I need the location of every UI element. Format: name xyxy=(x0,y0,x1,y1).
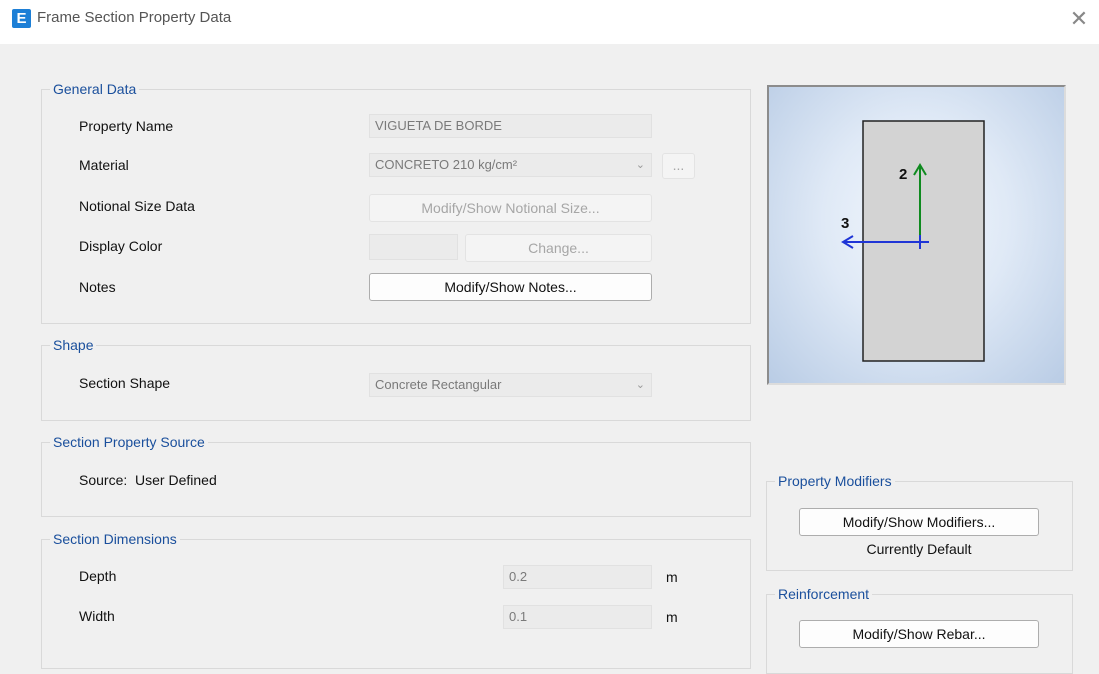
display-color-label: Display Color xyxy=(79,238,163,254)
property-name-field[interactable]: VIGUETA DE BORDE xyxy=(369,114,652,138)
section-property-source-title: Section Property Source xyxy=(50,433,208,451)
axis-3-label: 3 xyxy=(841,215,849,232)
width-field[interactable]: 0.1 xyxy=(503,605,652,629)
shape-title: Shape xyxy=(50,336,97,354)
modify-rebar-button[interactable]: Modify/Show Rebar... xyxy=(799,620,1039,648)
reinforcement-title: Reinforcement xyxy=(775,585,873,603)
depth-unit: m xyxy=(666,569,678,585)
section-dimensions-title: Section Dimensions xyxy=(50,530,180,548)
etabs-app-icon: E xyxy=(12,9,31,28)
material-select-value: CONCRETO 210 kg/cm² xyxy=(375,157,518,172)
display-color-swatch[interactable] xyxy=(369,234,458,260)
depth-label: Depth xyxy=(79,568,117,584)
chevron-down-icon: ⌄ xyxy=(635,159,645,171)
property-name-label: Property Name xyxy=(79,118,174,134)
material-select[interactable]: CONCRETO 210 kg/cm² ⌄ xyxy=(369,153,652,177)
section-preview: 2 3 xyxy=(767,85,1066,385)
section-dimensions-group: Section Dimensions xyxy=(41,530,751,669)
section-preview-drawing: 2 3 xyxy=(841,120,985,362)
general-data-title: General Data xyxy=(50,80,140,98)
notional-size-label: Notional Size Data xyxy=(79,198,195,214)
source-text: Source: User Defined xyxy=(79,472,217,488)
section-shape-value: Concrete Rectangular xyxy=(375,377,502,392)
width-label: Width xyxy=(79,608,115,624)
window-title: Frame Section Property Data xyxy=(37,9,232,26)
section-shape-select[interactable]: Concrete Rectangular ⌄ xyxy=(369,373,652,397)
material-browse-button[interactable]: ... xyxy=(662,153,695,179)
material-label: Material xyxy=(79,157,129,173)
notional-size-button[interactable]: Modify/Show Notional Size... xyxy=(369,194,652,222)
notes-button[interactable]: Modify/Show Notes... xyxy=(369,273,652,301)
property-modifiers-title: Property Modifiers xyxy=(775,472,895,490)
axis-2-label: 2 xyxy=(899,166,907,183)
close-icon[interactable]: ✕ xyxy=(1067,8,1091,32)
modify-modifiers-button[interactable]: Modify/Show Modifiers... xyxy=(799,508,1039,536)
title-bar: E Frame Section Property Data ✕ xyxy=(0,0,1099,44)
width-unit: m xyxy=(666,609,678,625)
modifiers-status: Currently Default xyxy=(866,541,972,557)
notes-label: Notes xyxy=(79,279,116,295)
depth-field[interactable]: 0.2 xyxy=(503,565,652,589)
section-shape-label: Section Shape xyxy=(79,375,171,391)
chevron-down-icon: ⌄ xyxy=(635,379,645,391)
change-color-button[interactable]: Change... xyxy=(465,234,652,262)
